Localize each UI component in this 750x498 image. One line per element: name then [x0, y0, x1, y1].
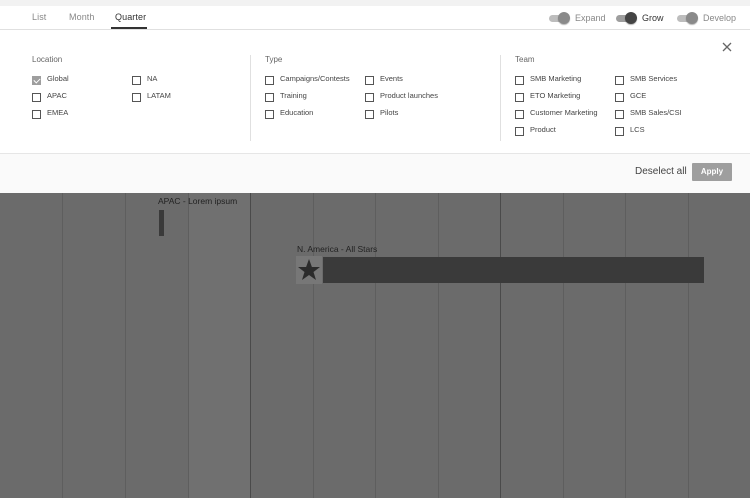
- group-divider: [250, 55, 251, 141]
- grid-line: [125, 193, 126, 498]
- checkbox[interactable]: [32, 93, 41, 102]
- grid-line: [62, 193, 63, 498]
- type-group-title: Type: [265, 55, 283, 64]
- option-label: Training: [280, 91, 307, 100]
- grid-line: [375, 193, 376, 498]
- active-tab-indicator: [111, 27, 147, 29]
- apply-button[interactable]: Apply: [692, 163, 732, 181]
- checkbox[interactable]: [515, 76, 524, 85]
- checkbox[interactable]: [132, 93, 141, 102]
- event-bar-na-all-stars[interactable]: [323, 257, 704, 283]
- star-icon[interactable]: [296, 256, 322, 284]
- checkbox[interactable]: [515, 93, 524, 102]
- timeline-grid: [0, 193, 750, 498]
- option-label: Education: [280, 108, 314, 117]
- grid-line: [438, 193, 439, 498]
- checkbox[interactable]: [265, 93, 274, 102]
- current-period-shade: [188, 193, 250, 498]
- view-header: List Month Quarter Expand Grow Develop: [0, 6, 750, 30]
- toggle-develop-label: Develop: [703, 13, 737, 23]
- checkbox[interactable]: [365, 110, 374, 119]
- quarter-divider: [500, 193, 501, 498]
- option-label: Customer Marketing: [530, 108, 598, 117]
- star-icon-glyph: [298, 259, 320, 280]
- grid-line: [188, 193, 189, 498]
- option-label: Global: [47, 74, 69, 83]
- checkbox[interactable]: [615, 110, 624, 119]
- checkbox[interactable]: [32, 110, 41, 119]
- toggle-knob: [686, 12, 698, 24]
- checkbox[interactable]: [32, 76, 41, 85]
- grid-line: [688, 193, 689, 498]
- event-label-na-all-stars: N. America - All Stars: [297, 244, 378, 254]
- close-icon-glyph: [722, 42, 732, 52]
- deselect-all-button[interactable]: Deselect all: [635, 166, 687, 177]
- checkbox[interactable]: [615, 93, 624, 102]
- quarter-divider: [250, 193, 251, 498]
- option-label: Pilots: [380, 108, 399, 117]
- option-label: SMB Sales/CSI: [630, 108, 682, 117]
- option-label: SMB Marketing: [530, 74, 582, 83]
- grid-line: [563, 193, 564, 498]
- option-label: NA: [147, 74, 158, 83]
- checkbox[interactable]: [265, 76, 274, 85]
- toggle-knob: [625, 12, 637, 24]
- option-label: Product launches: [380, 91, 438, 100]
- grid-line: [625, 193, 626, 498]
- option-label: GCE: [630, 91, 647, 100]
- location-group-title: Location: [32, 55, 63, 64]
- event-label-apac: APAC - Lorem ipsum: [158, 196, 238, 206]
- checkbox[interactable]: [615, 76, 624, 85]
- option-label: Events: [380, 74, 403, 83]
- option-label: LCS: [630, 125, 645, 134]
- toggle-knob: [558, 12, 570, 24]
- option-label: APAC: [47, 91, 67, 100]
- option-label: ETO Marketing: [530, 91, 581, 100]
- option-label: Product: [530, 125, 556, 134]
- team-group-title: Team: [515, 55, 535, 64]
- checkbox[interactable]: [132, 76, 141, 85]
- tab-list[interactable]: List: [32, 12, 46, 22]
- checkbox[interactable]: [265, 110, 274, 119]
- option-label: EMEA: [47, 108, 69, 117]
- event-bar-apac[interactable]: [159, 210, 164, 236]
- checkbox[interactable]: [515, 110, 524, 119]
- grid-line: [313, 193, 314, 498]
- tab-month[interactable]: Month: [69, 12, 95, 22]
- toggle-expand-label: Expand: [575, 13, 606, 23]
- toggle-grow-label: Grow: [642, 13, 664, 23]
- option-label: SMB Services: [630, 74, 678, 83]
- close-icon[interactable]: [721, 40, 733, 52]
- checkbox[interactable]: [515, 127, 524, 136]
- checkbox[interactable]: [365, 93, 374, 102]
- option-label: Campaigns/Contests: [280, 74, 350, 83]
- checkbox[interactable]: [615, 127, 624, 136]
- option-label: LATAM: [147, 91, 171, 100]
- group-divider: [500, 55, 501, 141]
- checkbox[interactable]: [365, 76, 374, 85]
- tab-quarter[interactable]: Quarter: [115, 12, 146, 22]
